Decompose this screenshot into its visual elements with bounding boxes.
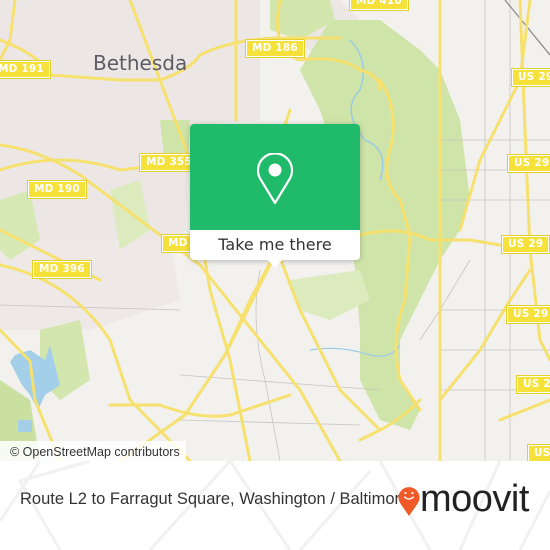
road-shield-md-186: MD 186 xyxy=(245,39,305,58)
road-shield-us-29: US 29 xyxy=(506,154,550,173)
location-popup: Take me there xyxy=(190,124,360,268)
road-shield-md-partial: MD xyxy=(161,234,195,253)
take-me-there-button[interactable]: Take me there xyxy=(190,230,360,260)
road-shield-us-29: US 29 xyxy=(515,375,550,394)
route-title: Route L2 to Farragut Square, Washington … xyxy=(20,490,410,508)
place-label-bethesda: Bethesda xyxy=(93,51,188,75)
moovit-wordmark: moovit xyxy=(420,478,529,520)
popup-pointer xyxy=(266,258,284,268)
road-shield-md-191: MD 191 xyxy=(0,60,51,79)
road-shield-us-29: US 29 xyxy=(505,305,550,324)
road-shield-md-396: MD 396 xyxy=(32,260,92,279)
map-pin-icon xyxy=(257,153,293,205)
road-shield-md-190: MD 190 xyxy=(27,180,87,199)
road-shield-us-partial: US xyxy=(527,444,550,461)
map-view[interactable]: Bethesda MD 410 MD 186 MD 191 MD 355 MD … xyxy=(0,0,550,461)
road-shield-us-29: US 29 xyxy=(510,68,550,87)
popup-header[interactable] xyxy=(190,124,360,230)
footer-bar: Route L2 to Farragut Square, Washington … xyxy=(0,461,550,550)
moovit-smiley-pin-icon xyxy=(398,487,420,516)
moovit-logo[interactable]: moovit xyxy=(398,478,529,525)
map-attribution[interactable]: © OpenStreetMap contributors xyxy=(0,441,186,461)
road-shield-md-410: MD 410 xyxy=(349,0,409,11)
road-shield-us-29: US 29 xyxy=(500,235,550,254)
